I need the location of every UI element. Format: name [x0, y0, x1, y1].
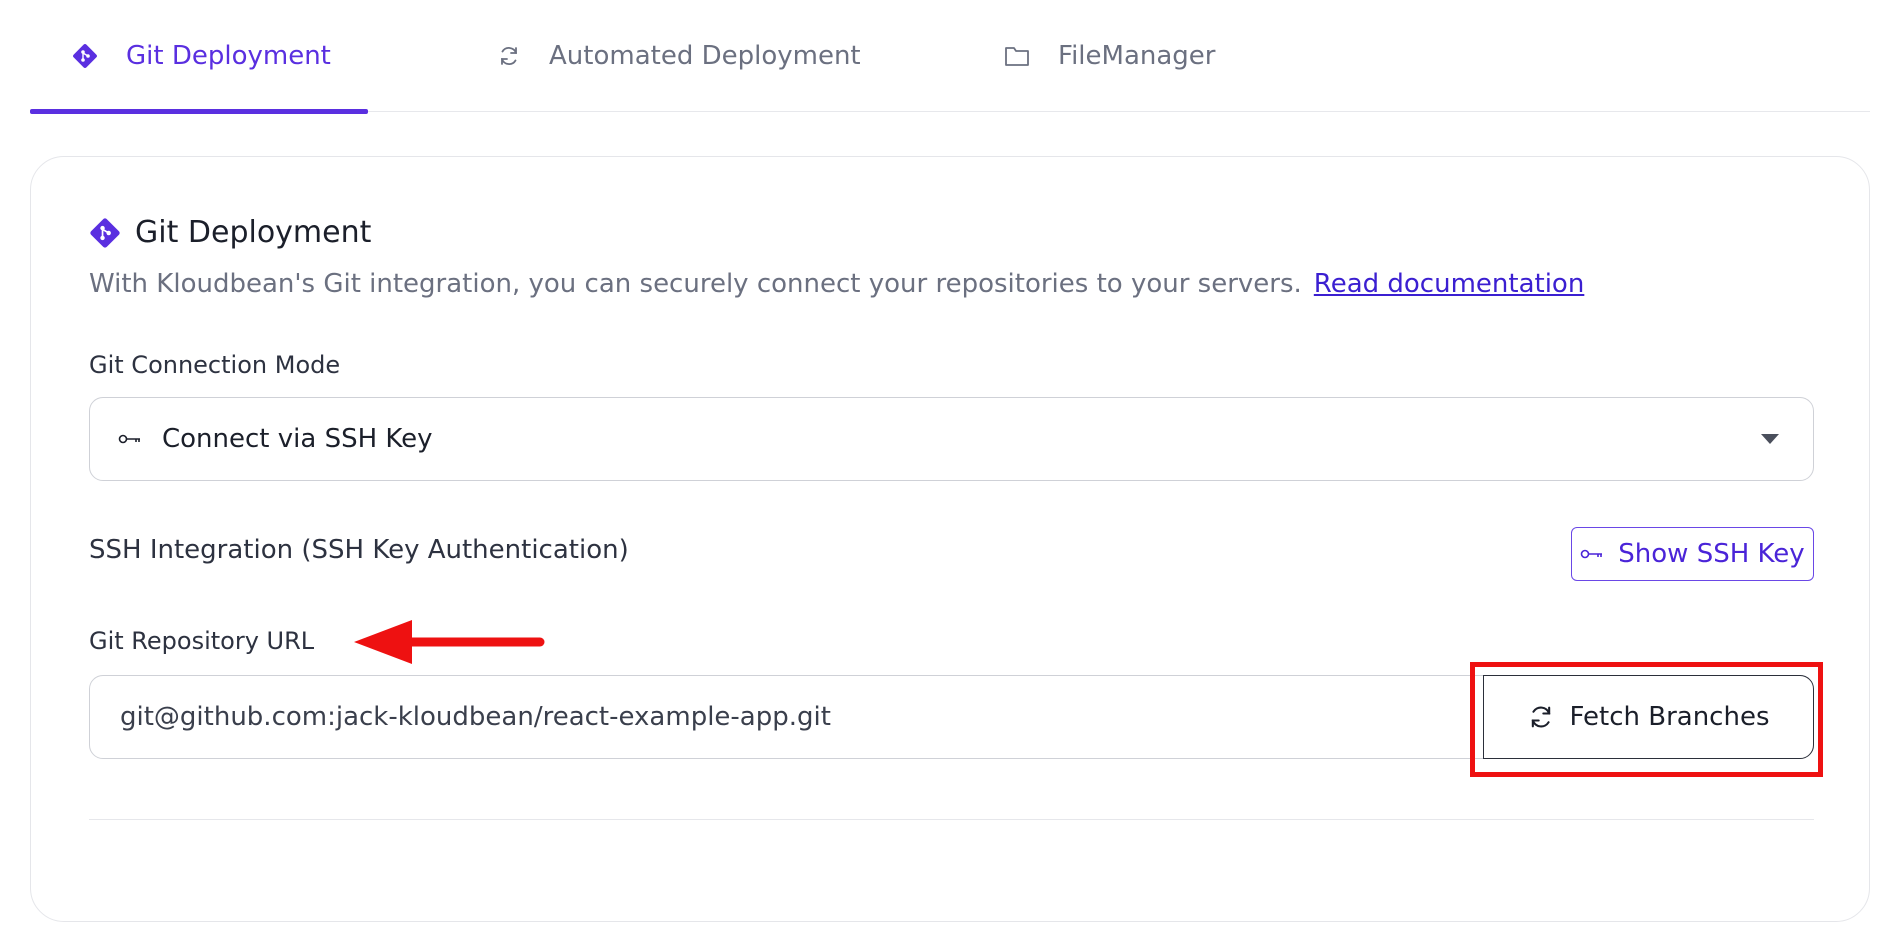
- tab-automated-deployment[interactable]: Automated Deployment: [455, 0, 861, 112]
- refresh-icon: [1532, 706, 1551, 728]
- tab-bar: Git Deployment Automated Deployment File…: [30, 0, 1870, 114]
- connection-mode-value: Connect via SSH Key: [162, 424, 433, 454]
- show-ssh-key-button[interactable]: Show SSH Key: [1571, 527, 1814, 581]
- folder-icon: [1005, 47, 1029, 66]
- refresh-icon: [501, 47, 517, 65]
- git-diamond-icon: [90, 217, 120, 248]
- tab-automated-deployment-label: Automated Deployment: [549, 41, 861, 71]
- read-documentation-link[interactable]: Read documentation: [1314, 269, 1585, 299]
- git-deployment-card: Git Deployment With Kloudbean's Git inte…: [30, 156, 1870, 922]
- fetch-branches-button[interactable]: Fetch Branches: [1483, 675, 1814, 759]
- tab-git-deployment[interactable]: Git Deployment: [30, 0, 368, 114]
- key-icon: [1580, 549, 1603, 559]
- show-ssh-key-label: Show SSH Key: [1618, 539, 1805, 569]
- connection-mode-label: Git Connection Mode: [89, 351, 341, 379]
- ssh-integration-label: SSH Integration (SSH Key Authentication): [89, 535, 629, 565]
- tab-filemanager[interactable]: FileManager: [962, 0, 1215, 112]
- section-description: With Kloudbean's Git integration, you ca…: [89, 269, 1584, 299]
- key-icon: [118, 434, 140, 444]
- tab-git-deployment-label: Git Deployment: [126, 41, 331, 71]
- repo-url-label: Git Repository URL: [89, 627, 315, 655]
- divider: [89, 819, 1814, 820]
- description-text: With Kloudbean's Git integration, you ca…: [89, 269, 1302, 299]
- connection-mode-select[interactable]: Connect via SSH Key: [89, 397, 1814, 481]
- git-diamond-icon: [73, 44, 97, 68]
- chevron-down-icon: [1761, 434, 1779, 444]
- section-title: Git Deployment: [89, 215, 371, 250]
- section-title-text: Git Deployment: [135, 215, 372, 250]
- tab-filemanager-label: FileManager: [1058, 41, 1216, 71]
- fetch-branches-label: Fetch Branches: [1569, 702, 1770, 732]
